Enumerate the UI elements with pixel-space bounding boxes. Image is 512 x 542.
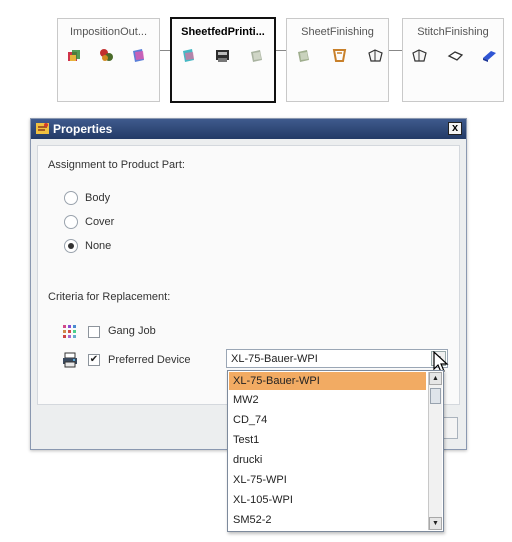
dropdown-option[interactable]: CD_74: [229, 411, 426, 429]
node-title: SheetFinishing: [301, 26, 374, 38]
radio-body-label: Body: [85, 192, 111, 204]
dropdown-option[interactable]: Test1: [229, 431, 426, 449]
scroll-down-icon[interactable]: ▼: [429, 517, 442, 530]
dropdown-option[interactable]: drucki: [229, 451, 426, 469]
dialog-title-bar[interactable]: Properties x: [31, 119, 466, 139]
preferred-device-value: XL-75-Bauer-WPI: [231, 353, 318, 365]
dropdown-option[interactable]: XL-105-WPI: [229, 491, 426, 509]
gang-job-icon: [62, 324, 77, 339]
dropdown-scrollbar[interactable]: ▲ ▼: [428, 372, 442, 530]
process-node-stitch-finishing[interactable]: StitchFinishing: [402, 18, 504, 102]
node-title: SheetfedPrinti...: [181, 26, 265, 38]
printer-icon: [214, 47, 231, 64]
process-node-sheet-finishing[interactable]: SheetFinishing: [286, 18, 389, 102]
preferred-device-checkbox[interactable]: ✔: [88, 354, 100, 366]
scroll-thumb[interactable]: [430, 388, 441, 404]
sheet-icon: [130, 47, 147, 64]
process-node-imposition[interactable]: ImpositionOut...: [57, 18, 160, 102]
dialog-title: Properties: [53, 122, 113, 136]
preferred-device-label: Preferred Device: [108, 354, 191, 366]
preferred-device-select[interactable]: XL-75-Bauer-WPI ▼: [226, 349, 448, 368]
node-title: ImpositionOut...: [69, 26, 148, 38]
gang-job-label: Gang Job: [108, 325, 156, 337]
gang-job-checkbox[interactable]: [88, 326, 100, 338]
scroll-up-icon[interactable]: ▲: [429, 372, 442, 385]
process-flow: ImpositionOut... SheetfedPrinti... Sheet…: [0, 0, 512, 112]
book-icon: [481, 47, 498, 64]
radio-cover-label: Cover: [85, 216, 115, 228]
fold-icon: [331, 47, 348, 64]
printer-icon: [62, 352, 78, 368]
radio-cover[interactable]: [64, 215, 78, 229]
sheet-icon: [248, 47, 265, 64]
radio-none[interactable]: [64, 239, 78, 253]
dropdown-option[interactable]: XL-75-Bauer-WPI: [229, 372, 426, 390]
flow-connector: [389, 50, 402, 51]
device-dropdown-list: XL-75-Bauer-WPI MW2 CD_74 Test1 drucki X…: [227, 370, 444, 532]
node-title: StitchFinishing: [417, 26, 489, 38]
close-button[interactable]: x: [448, 122, 462, 135]
assignment-label: Assignment to Product Part:: [48, 159, 185, 171]
flow-connector: [275, 50, 286, 51]
dropdown-option[interactable]: MW2: [229, 391, 426, 409]
booklet-icon: [447, 47, 464, 64]
layers-icon: [66, 47, 83, 64]
radio-none-label: None: [85, 240, 112, 252]
dropdown-option[interactable]: XL-75-WPI: [229, 471, 426, 489]
properties-icon: [35, 121, 50, 136]
sheet-icon: [295, 47, 312, 64]
radio-body[interactable]: [64, 191, 78, 205]
sheet-icon: [180, 47, 197, 64]
criteria-label: Criteria for Replacement:: [48, 291, 171, 303]
stitch-icon: [367, 47, 384, 64]
stitch-icon: [411, 47, 428, 64]
process-node-sheetfed-printing[interactable]: SheetfedPrinti...: [170, 17, 276, 103]
dropdown-option[interactable]: SM52-2: [229, 511, 426, 529]
colors-icon: [98, 47, 115, 64]
